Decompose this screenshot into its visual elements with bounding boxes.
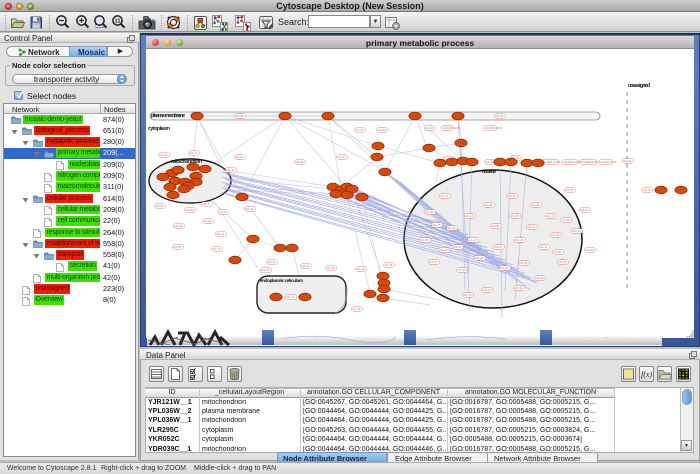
svg-text:11: 11 — [115, 19, 121, 25]
svg-text:GO~06: GO~06 — [466, 215, 474, 218]
svg-text:GO~32: GO~32 — [559, 261, 567, 264]
svg-text:GO:0090 GO:00: GO:0090 GO:00 — [485, 127, 503, 130]
svg-text:GO~66: GO~66 — [302, 265, 310, 268]
svg-text:GO~45: GO~45 — [160, 154, 168, 157]
svg-text:GO~32: GO~32 — [219, 211, 227, 214]
svg-text:GO~81: GO~81 — [204, 220, 212, 223]
svg-text:GO:0070 GO:00: GO:0070 GO:00 — [564, 161, 582, 164]
svg-text:GO~07: GO~07 — [236, 156, 244, 159]
svg-text:unassigned: unassigned — [628, 83, 650, 89]
svg-text:endoplasmic reticulum: endoplasmic reticulum — [260, 278, 303, 283]
svg-text:GO~60: GO~60 — [562, 219, 570, 222]
svg-text:GO:006 GO:00: GO:006 GO:00 — [601, 161, 618, 164]
svg-text:cytoplasm: cytoplasm — [148, 126, 171, 132]
svg-text:GO~66: GO~66 — [492, 225, 500, 228]
svg-text:GO~75: GO~75 — [433, 224, 441, 227]
svg-text:GO~20: GO~20 — [458, 269, 466, 272]
svg-text:GO~79: GO~79 — [213, 248, 221, 251]
svg-text:GO~00: GO~00 — [586, 249, 594, 252]
svg-text:GO~00: GO~00 — [356, 129, 364, 132]
svg-text:GO:0088 GO:00: GO:0088 GO:00 — [581, 161, 599, 164]
svg-text:GO~50: GO~50 — [421, 239, 429, 242]
svg-text:GO~27: GO~27 — [338, 156, 346, 159]
svg-text:GO~22: GO~22 — [268, 261, 276, 264]
svg-text:GO~06: GO~06 — [156, 205, 164, 208]
svg-text:GO~60: GO~60 — [262, 269, 270, 272]
svg-text:GO~00: GO~00 — [566, 189, 574, 192]
svg-text:GO~26: GO~26 — [508, 195, 516, 198]
svg-text:GO~47: GO~47 — [540, 246, 548, 249]
svg-text:GO~00: GO~00 — [186, 209, 194, 212]
svg-text:GO~71: GO~71 — [573, 230, 581, 233]
svg-text:GO~02: GO~02 — [486, 161, 494, 164]
svg-text:GO~06: GO~06 — [496, 115, 504, 118]
svg-text:GO~56: GO~56 — [441, 195, 449, 198]
svg-text:GO~70: GO~70 — [643, 189, 651, 192]
svg-text:GO~87: GO~87 — [174, 246, 182, 249]
svg-text:GO~00: GO~00 — [516, 239, 524, 242]
svg-text:GO~06: GO~06 — [236, 115, 244, 118]
svg-text:mitochondrion: mitochondrion — [171, 159, 202, 165]
svg-text:GO~87: GO~87 — [454, 246, 462, 249]
svg-text:GO:0047 GO:00: GO:0047 GO:00 — [443, 127, 461, 130]
svg-text:GO~82: GO~82 — [554, 251, 562, 254]
svg-text:GO~65: GO~65 — [532, 204, 540, 207]
svg-text:GO~95: GO~95 — [485, 204, 493, 207]
svg-text:GO~98: GO~98 — [515, 287, 523, 290]
svg-text:GO~08: GO~08 — [426, 127, 434, 130]
svg-text:GO~95: GO~95 — [385, 264, 393, 267]
svg-text:GO~50: GO~50 — [581, 209, 589, 212]
svg-text:GO~96: GO~96 — [175, 225, 183, 228]
svg-text:GO~40: GO~40 — [440, 249, 448, 252]
svg-text:GO~85: GO~85 — [464, 294, 472, 297]
svg-text:GO~81: GO~81 — [624, 160, 632, 163]
svg-text:GO~74: GO~74 — [203, 203, 211, 206]
svg-text:GO~10: GO~10 — [227, 169, 235, 172]
svg-text:GO~17: GO~17 — [287, 296, 295, 299]
svg-text:GO~20: GO~20 — [378, 129, 386, 132]
svg-text:GO~08: GO~08 — [476, 257, 484, 260]
svg-text:GO~97: GO~97 — [495, 246, 503, 249]
svg-text:GO~65: GO~65 — [552, 234, 560, 237]
svg-text:GO~30: GO~30 — [469, 239, 477, 242]
svg-text:GO~79: GO~79 — [353, 308, 361, 311]
svg-text:GO~70: GO~70 — [483, 289, 491, 292]
svg-text:GO~08: GO~08 — [536, 277, 544, 280]
svg-text:GO~43: GO~43 — [520, 262, 528, 265]
svg-text:GO~42: GO~42 — [430, 261, 438, 264]
svg-text:GO~09: GO~09 — [246, 208, 254, 211]
svg-text:GO~18: GO~18 — [327, 267, 335, 270]
svg-text:GO~02: GO~02 — [426, 211, 434, 214]
svg-text:GO~27: GO~27 — [528, 226, 536, 229]
svg-text:GO~43: GO~43 — [190, 152, 198, 155]
svg-text:GO~58: GO~58 — [501, 267, 509, 270]
svg-text:GO~19: GO~19 — [357, 268, 365, 271]
svg-text:GO~16: GO~16 — [547, 215, 555, 218]
svg-text:plasma membrane: plasma membrane — [151, 113, 185, 119]
svg-text:GO~28: GO~28 — [448, 227, 456, 230]
svg-text:nucleus: nucleus — [482, 169, 496, 174]
svg-text:GO~56: GO~56 — [511, 215, 519, 218]
svg-text:GO~02: GO~02 — [296, 161, 304, 164]
svg-text:GO:0050 GO:00: GO:0050 GO:00 — [543, 161, 561, 164]
svg-text:f(x): f(x) — [641, 370, 652, 379]
svg-text:GO~14: GO~14 — [217, 233, 225, 236]
